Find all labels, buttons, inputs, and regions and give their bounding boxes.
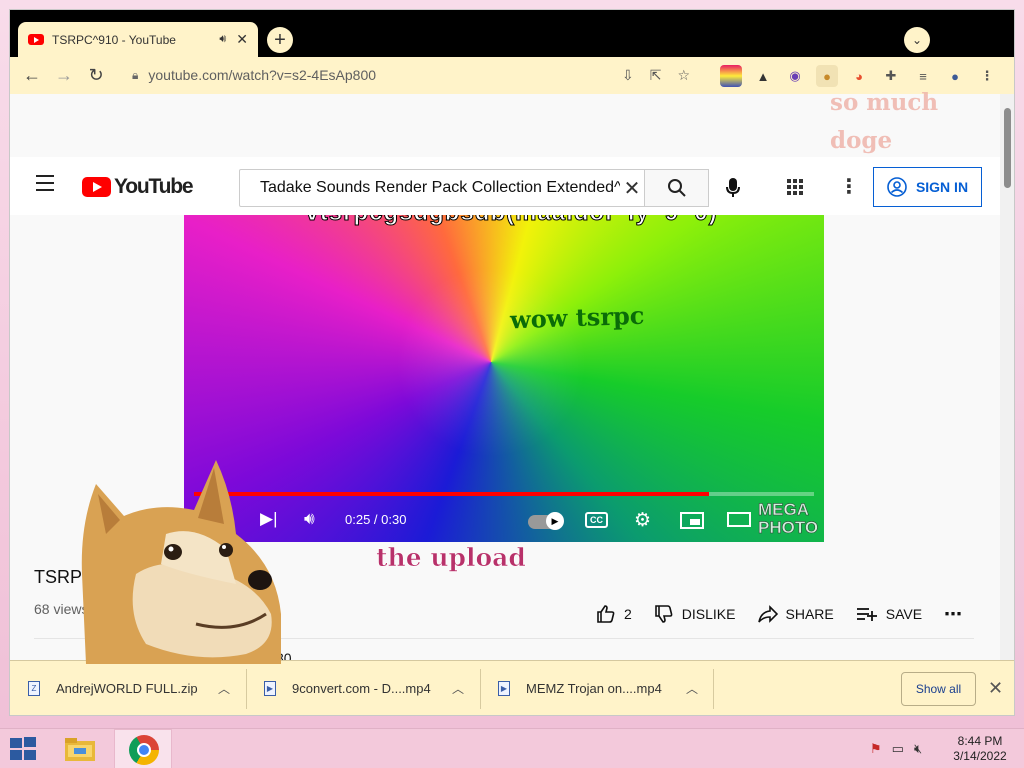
watermark: MEGA PHOTO <box>758 500 819 537</box>
share-label: SHARE <box>785 606 834 622</box>
apps-grid-icon[interactable] <box>787 179 803 195</box>
file-explorer-icon[interactable] <box>64 735 96 763</box>
forward-button[interactable]: → <box>48 65 80 86</box>
extension-alien-icon[interactable]: ◉ <box>784 65 806 87</box>
search-icon <box>667 179 686 197</box>
share-button[interactable]: SHARE <box>757 604 834 624</box>
meme-caption: the upload <box>376 543 526 573</box>
chrome-logo-icon <box>129 735 159 765</box>
download-filename: 9convert.com - D....mp4 <box>292 681 431 696</box>
miniplayer-icon[interactable] <box>680 512 704 529</box>
start-button[interactable] <box>10 737 38 761</box>
sign-in-label: SIGN IN <box>915 179 969 195</box>
save-label: SAVE <box>885 606 923 622</box>
profile-icon[interactable]: ● <box>944 65 966 87</box>
clock-time: 8:44 PM <box>957 734 1003 748</box>
separator <box>480 669 481 709</box>
youtube-logo-text: YouTube <box>114 175 194 198</box>
volume-icon[interactable]: 🔊︎ <box>304 509 315 529</box>
clock[interactable]: 8:44 PM 3/14/2022 <box>948 734 1012 764</box>
captions-icon[interactable]: CC <box>585 512 608 528</box>
system-tray: ⚑ ▭ 🔇︎ <box>870 741 922 757</box>
extension-hat-icon[interactable]: ▲ <box>752 65 774 87</box>
account-icon <box>887 177 907 197</box>
thumbs-up-icon <box>597 605 615 623</box>
hamburger-menu-icon[interactable] <box>36 175 54 196</box>
download-filename: MEMZ Trojan on....mp4 <box>526 681 662 696</box>
dislike-label: DISLIKE <box>681 606 736 622</box>
video-caption: ^vtsrpcgsdgbsdb(maaldoi^ly^9^0) <box>224 215 784 227</box>
more-vert-icon[interactable]: ⋮ <box>839 174 859 199</box>
extension-rainbow-icon[interactable] <box>720 65 742 87</box>
separator <box>246 669 247 709</box>
dislike-button[interactable]: DISLIKE <box>654 604 736 624</box>
scrollbar-thumb[interactable] <box>1004 108 1011 188</box>
youtube-play-icon <box>82 177 111 197</box>
download-item[interactable]: ▶ 9convert.com - D....mp4 ︿ <box>264 661 480 715</box>
clear-search-icon[interactable]: ✕ <box>620 176 644 201</box>
video-file-icon: ▶ <box>264 681 276 696</box>
omnibox-actions: ⇩ ⇱ ☆ <box>622 67 690 84</box>
taskbar: ⚑ ▭ 🔇︎ 8:44 PM 3/14/2022 <box>0 728 1024 768</box>
video-overlay-text: wow tsrpc <box>509 300 645 335</box>
speaker-icon[interactable]: 🔊︎ <box>219 33 226 46</box>
flag-icon[interactable]: ⚑ <box>870 741 882 757</box>
download-item[interactable]: ▶ MEMZ Trojan on....mp4 ︿ <box>498 661 714 715</box>
menu-icon[interactable]: ⋮ <box>976 65 998 87</box>
like-count: 2 <box>624 606 632 622</box>
tab-strip: TSRPC^910 - YouTube 🔊︎ ✕ + ⌄ <box>10 10 1014 57</box>
video-actions: 2 DISLIKE SHARE SAVE ⋯ <box>596 602 963 626</box>
chevron-up-icon[interactable]: ︿ <box>452 680 464 697</box>
video-file-icon: ▶ <box>498 681 510 696</box>
chevron-up-icon[interactable]: ︿ <box>218 680 230 697</box>
volume-muted-icon[interactable]: 🔇︎ <box>914 741 922 757</box>
playlist-add-icon <box>856 608 877 621</box>
download-filename: AndrejWORLD FULL.zip <box>56 681 198 696</box>
time-display: 0:25 / 0:30 <box>345 512 407 527</box>
tab-youtube[interactable]: TSRPC^910 - YouTube 🔊︎ ✕ <box>18 22 258 57</box>
tab-search-button[interactable]: ⌄ <box>904 27 930 53</box>
reload-button[interactable]: ↻ <box>80 65 112 86</box>
tab-title: TSRPC^910 - YouTube <box>52 32 176 47</box>
search-input[interactable]: Tadake Sounds Render Pack Collection Ext… <box>239 169 645 207</box>
save-button[interactable]: SAVE <box>856 604 922 624</box>
chrome-taskbar-button[interactable] <box>114 729 172 768</box>
download-shelf: Z AndrejWORLD FULL.zip ︿ ▶ 9convert.com … <box>10 660 1014 715</box>
doge-image <box>81 460 282 664</box>
play-icon: ▶ <box>546 512 564 530</box>
settings-gear-icon[interactable]: ⚙ <box>634 509 651 532</box>
show-all-button[interactable]: Show all <box>901 672 976 706</box>
close-icon[interactable]: ✕ <box>236 31 248 48</box>
install-icon[interactable]: ⇩ <box>622 67 634 84</box>
bookmark-star-icon[interactable]: ☆ <box>677 67 690 84</box>
thumbs-down-icon <box>654 605 673 623</box>
close-icon[interactable]: ✕ <box>988 678 1003 699</box>
meme-caption-corner: so much doge <box>830 89 939 154</box>
microphone-icon[interactable] <box>726 178 740 198</box>
new-tab-button[interactable]: + <box>267 27 293 53</box>
download-item[interactable]: Z AndrejWORLD FULL.zip ︿ <box>28 661 246 715</box>
more-actions-icon[interactable]: ⋯ <box>944 604 963 625</box>
youtube-header: YouTube Tadake Sounds Render Pack Collec… <box>10 157 1000 215</box>
zip-file-icon: Z <box>28 681 40 696</box>
youtube-logo[interactable]: YouTube <box>82 175 194 199</box>
like-button[interactable]: 2 <box>596 604 632 624</box>
sign-in-button[interactable]: SIGN IN <box>873 167 982 207</box>
lock-icon: 🔒︎ <box>132 67 139 82</box>
separator <box>713 669 714 709</box>
youtube-favicon-icon <box>28 34 44 45</box>
back-button[interactable]: ← <box>16 65 48 86</box>
share-arrow-icon <box>757 605 778 623</box>
clock-date: 3/14/2022 <box>953 749 1007 763</box>
chevron-up-icon[interactable]: ︿ <box>686 680 698 697</box>
url-text: youtube.com/watch?v=s2-4EsAp800 <box>148 67 377 83</box>
share-icon[interactable]: ⇱ <box>650 67 662 84</box>
search-value: Tadake Sounds Render Pack Collection Ext… <box>260 179 620 196</box>
autoplay-toggle[interactable]: ▶ <box>528 512 564 530</box>
theater-mode-icon[interactable] <box>727 512 751 527</box>
progress-bar[interactable] <box>194 492 814 496</box>
search-button[interactable] <box>645 169 709 207</box>
network-icon[interactable]: ▭ <box>892 741 904 757</box>
page-scrollbar[interactable] <box>1000 94 1014 670</box>
